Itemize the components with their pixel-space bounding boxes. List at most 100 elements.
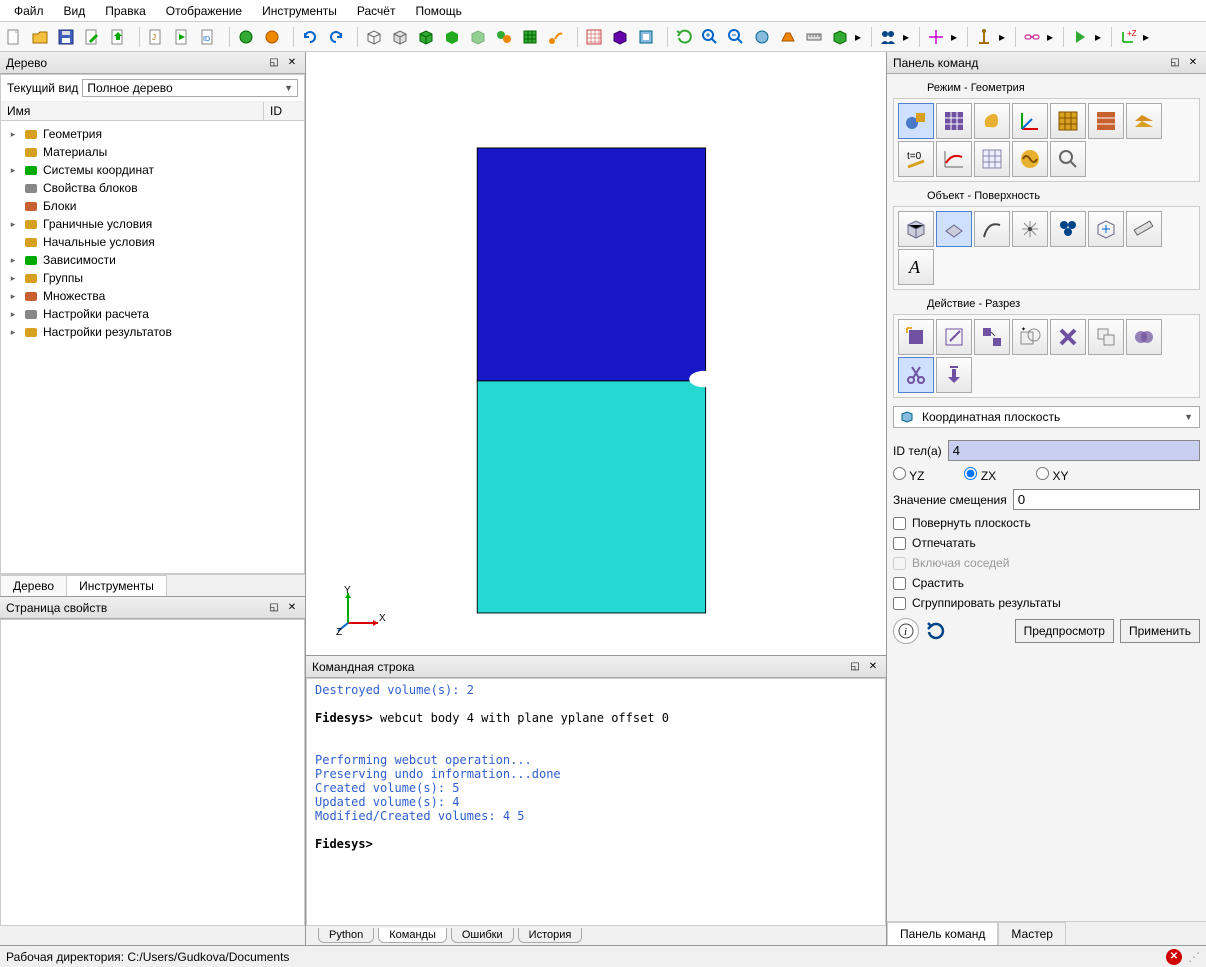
close-icon[interactable]: ✕ [285, 601, 299, 615]
mode-table-icon[interactable] [974, 141, 1010, 177]
act-delete-icon[interactable] [1050, 319, 1086, 355]
act-cut-icon[interactable] [898, 357, 934, 393]
tree-item[interactable]: Начальные условия [3, 233, 302, 251]
tree-item[interactable]: ▸Настройки расчета [3, 305, 302, 323]
radio-yz[interactable]: YZ [893, 467, 924, 483]
cmd-tab-errors[interactable]: Ошибки [451, 928, 514, 943]
obj-measure-icon[interactable] [1126, 211, 1162, 247]
dock-icon[interactable]: ◱ [267, 601, 281, 615]
script-icon[interactable]: J [144, 25, 168, 49]
close-icon[interactable]: ✕ [1186, 56, 1200, 70]
zoom-in-icon[interactable] [698, 25, 722, 49]
tree-item[interactable]: ▸Настройки результатов [3, 323, 302, 341]
cmd-tab-commands[interactable]: Команды [378, 928, 447, 943]
play-icon[interactable] [1068, 25, 1092, 49]
sphere-orange-icon[interactable] [260, 25, 284, 49]
tree-item[interactable]: ▸Зависимости [3, 251, 302, 269]
menu-display[interactable]: Отображение [156, 2, 252, 19]
sphere-green-icon[interactable] [234, 25, 258, 49]
tab-instruments[interactable]: Инструменты [66, 575, 167, 596]
chevron-right-icon[interactable]: ▸ [1142, 25, 1150, 49]
mesh-icon[interactable] [518, 25, 542, 49]
section-icon[interactable] [634, 25, 658, 49]
radio-xy[interactable]: XY [1036, 467, 1068, 483]
close-icon[interactable]: ✕ [285, 56, 299, 70]
id-input[interactable] [948, 440, 1200, 461]
new-file-icon[interactable] [2, 25, 26, 49]
dock-icon[interactable]: ◱ [1168, 56, 1182, 70]
mode-wave-icon[interactable] [1012, 141, 1048, 177]
tree-item[interactable]: Свойства блоков [3, 179, 302, 197]
close-icon[interactable]: ✕ [866, 660, 880, 674]
error-indicator-icon[interactable]: ✕ [1166, 949, 1182, 965]
tree-item[interactable]: Блоки [3, 197, 302, 215]
chk-print[interactable]: Отпечатать [893, 536, 1200, 550]
edit-icon[interactable] [80, 25, 104, 49]
chevron-right-icon[interactable]: ▸ [998, 25, 1006, 49]
menu-calc[interactable]: Расчёт [347, 2, 406, 19]
chevron-right-icon[interactable]: ▸ [1094, 25, 1102, 49]
people-icon[interactable] [876, 25, 900, 49]
act-merge-icon[interactable] [1126, 319, 1162, 355]
perspective-icon[interactable] [776, 25, 800, 49]
wireframe-icon[interactable] [362, 25, 386, 49]
link-icon[interactable] [1020, 25, 1044, 49]
mode-geometry-icon[interactable] [898, 103, 934, 139]
tree-item[interactable]: ▸Множества [3, 287, 302, 305]
menu-file[interactable]: Файл [4, 2, 54, 19]
shaded2-icon[interactable] [440, 25, 464, 49]
right-tab-wizard[interactable]: Мастер [998, 922, 1066, 945]
spline-icon[interactable] [544, 25, 568, 49]
right-tab-commands[interactable]: Панель команд [887, 922, 998, 945]
menu-edit[interactable]: Правка [95, 2, 156, 19]
obj-volume-icon[interactable] [898, 211, 934, 247]
zoom-out-icon[interactable] [724, 25, 748, 49]
tree-item[interactable]: ▸Геометрия [3, 125, 302, 143]
cmd-output[interactable]: Destroyed volume(s): 2 Fidesys> webcut b… [306, 678, 886, 926]
mode-ic-icon[interactable] [1126, 103, 1162, 139]
chk-merge[interactable]: Срастить [893, 576, 1200, 590]
hidden-line-icon[interactable] [388, 25, 412, 49]
obj-group-icon[interactable] [1050, 211, 1086, 247]
dock-icon[interactable]: ◱ [267, 56, 281, 70]
chevron-right-icon[interactable]: ▸ [950, 25, 958, 49]
info-button[interactable]: i [893, 618, 919, 644]
menu-view[interactable]: Вид [54, 2, 96, 19]
save-icon[interactable] [54, 25, 78, 49]
tree-view-select[interactable]: Полное дерево▼ [82, 79, 298, 97]
rotate-left-icon[interactable] [298, 25, 322, 49]
run-script-icon[interactable] [170, 25, 194, 49]
viewport-3d[interactable]: X Y Z [306, 52, 886, 655]
fit-view-icon[interactable] [750, 25, 774, 49]
ruler-icon[interactable] [802, 25, 826, 49]
obj-curve-icon[interactable] [974, 211, 1010, 247]
act-modify-icon[interactable] [936, 319, 972, 355]
menu-help[interactable]: Помощь [405, 2, 471, 19]
transparent-icon[interactable] [466, 25, 490, 49]
tab-tree[interactable]: Дерево [0, 575, 67, 596]
radio-zx[interactable]: ZX [964, 467, 996, 483]
anchor-icon[interactable] [972, 25, 996, 49]
export-icon[interactable] [106, 25, 130, 49]
reset-button[interactable] [925, 620, 947, 642]
tree-item[interactable]: ▸Группы [3, 269, 302, 287]
act-transform-icon[interactable] [974, 319, 1010, 355]
chevron-right-icon[interactable]: ▸ [902, 25, 910, 49]
cmd-tab-history[interactable]: История [518, 928, 583, 943]
act-create-icon[interactable] [898, 319, 934, 355]
tree-item[interactable]: ▸Системы координат [3, 161, 302, 179]
obj-surface-icon[interactable] [936, 211, 972, 247]
act-bool-icon[interactable]: ✦ [1012, 319, 1048, 355]
obj-transform-icon[interactable] [1088, 211, 1124, 247]
chk-group[interactable]: Сгруппировать результаты [893, 596, 1200, 610]
mode-coords-icon[interactable] [1012, 103, 1048, 139]
solid-cube-icon[interactable] [608, 25, 632, 49]
chevron-right-icon[interactable]: ▸ [854, 25, 862, 49]
cmd-tab-python[interactable]: Python [318, 928, 374, 943]
obj-text-icon[interactable]: A [898, 249, 934, 285]
shaded-icon[interactable] [414, 25, 438, 49]
mode-time-icon[interactable]: t=0 [898, 141, 934, 177]
mode-blocks-icon[interactable] [1050, 103, 1086, 139]
mode-bc-icon[interactable] [1088, 103, 1124, 139]
refresh-icon[interactable] [672, 25, 696, 49]
